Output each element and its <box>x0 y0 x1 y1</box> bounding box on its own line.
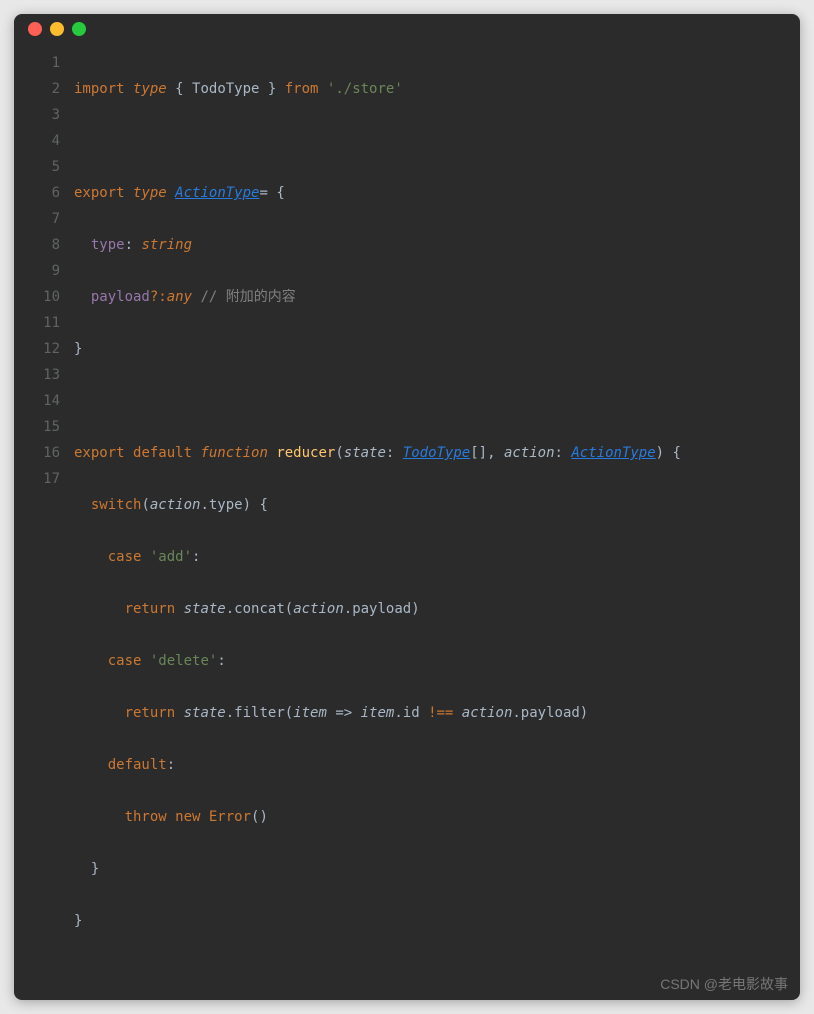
code-line: case 'delete': <box>74 648 786 674</box>
minimize-icon[interactable] <box>50 22 64 36</box>
code-line: return state.filter(item => item.id !== … <box>74 700 786 726</box>
code-line: throw new Error() <box>74 804 786 830</box>
line-number: 15 <box>14 414 60 440</box>
editor-window: 1 2 3 4 5 6 7 8 9 10 11 12 13 14 15 16 1… <box>14 14 800 1000</box>
code-content[interactable]: import type { TodoType } from './store' … <box>74 50 800 986</box>
line-number: 10 <box>14 284 60 310</box>
line-number: 6 <box>14 180 60 206</box>
code-line: case 'add': <box>74 544 786 570</box>
line-number: 8 <box>14 232 60 258</box>
code-line: payload?:any // 附加的内容 <box>74 284 786 310</box>
close-icon[interactable] <box>28 22 42 36</box>
line-number: 16 <box>14 440 60 466</box>
line-number: 7 <box>14 206 60 232</box>
line-gutter: 1 2 3 4 5 6 7 8 9 10 11 12 13 14 15 16 1… <box>14 50 74 986</box>
maximize-icon[interactable] <box>72 22 86 36</box>
line-number: 9 <box>14 258 60 284</box>
code-line: switch(action.type) { <box>74 492 786 518</box>
line-number: 17 <box>14 466 60 492</box>
code-line: return state.concat(action.payload) <box>74 596 786 622</box>
code-line: } <box>74 908 786 934</box>
window-titlebar <box>14 14 800 44</box>
line-number: 14 <box>14 388 60 414</box>
code-line: default: <box>74 752 786 778</box>
code-line: } <box>74 856 786 882</box>
code-line <box>74 388 786 414</box>
code-line: import type { TodoType } from './store' <box>74 76 786 102</box>
line-number: 5 <box>14 154 60 180</box>
line-number: 3 <box>14 102 60 128</box>
line-number: 4 <box>14 128 60 154</box>
line-number: 12 <box>14 336 60 362</box>
line-number: 1 <box>14 50 60 76</box>
code-line: type: string <box>74 232 786 258</box>
code-line <box>74 128 786 154</box>
code-area: 1 2 3 4 5 6 7 8 9 10 11 12 13 14 15 16 1… <box>14 44 800 1000</box>
line-number: 13 <box>14 362 60 388</box>
line-number: 11 <box>14 310 60 336</box>
code-line: export type ActionType= { <box>74 180 786 206</box>
line-number: 2 <box>14 76 60 102</box>
code-line: } <box>74 336 786 362</box>
code-line: export default function reducer(state: T… <box>74 440 786 466</box>
